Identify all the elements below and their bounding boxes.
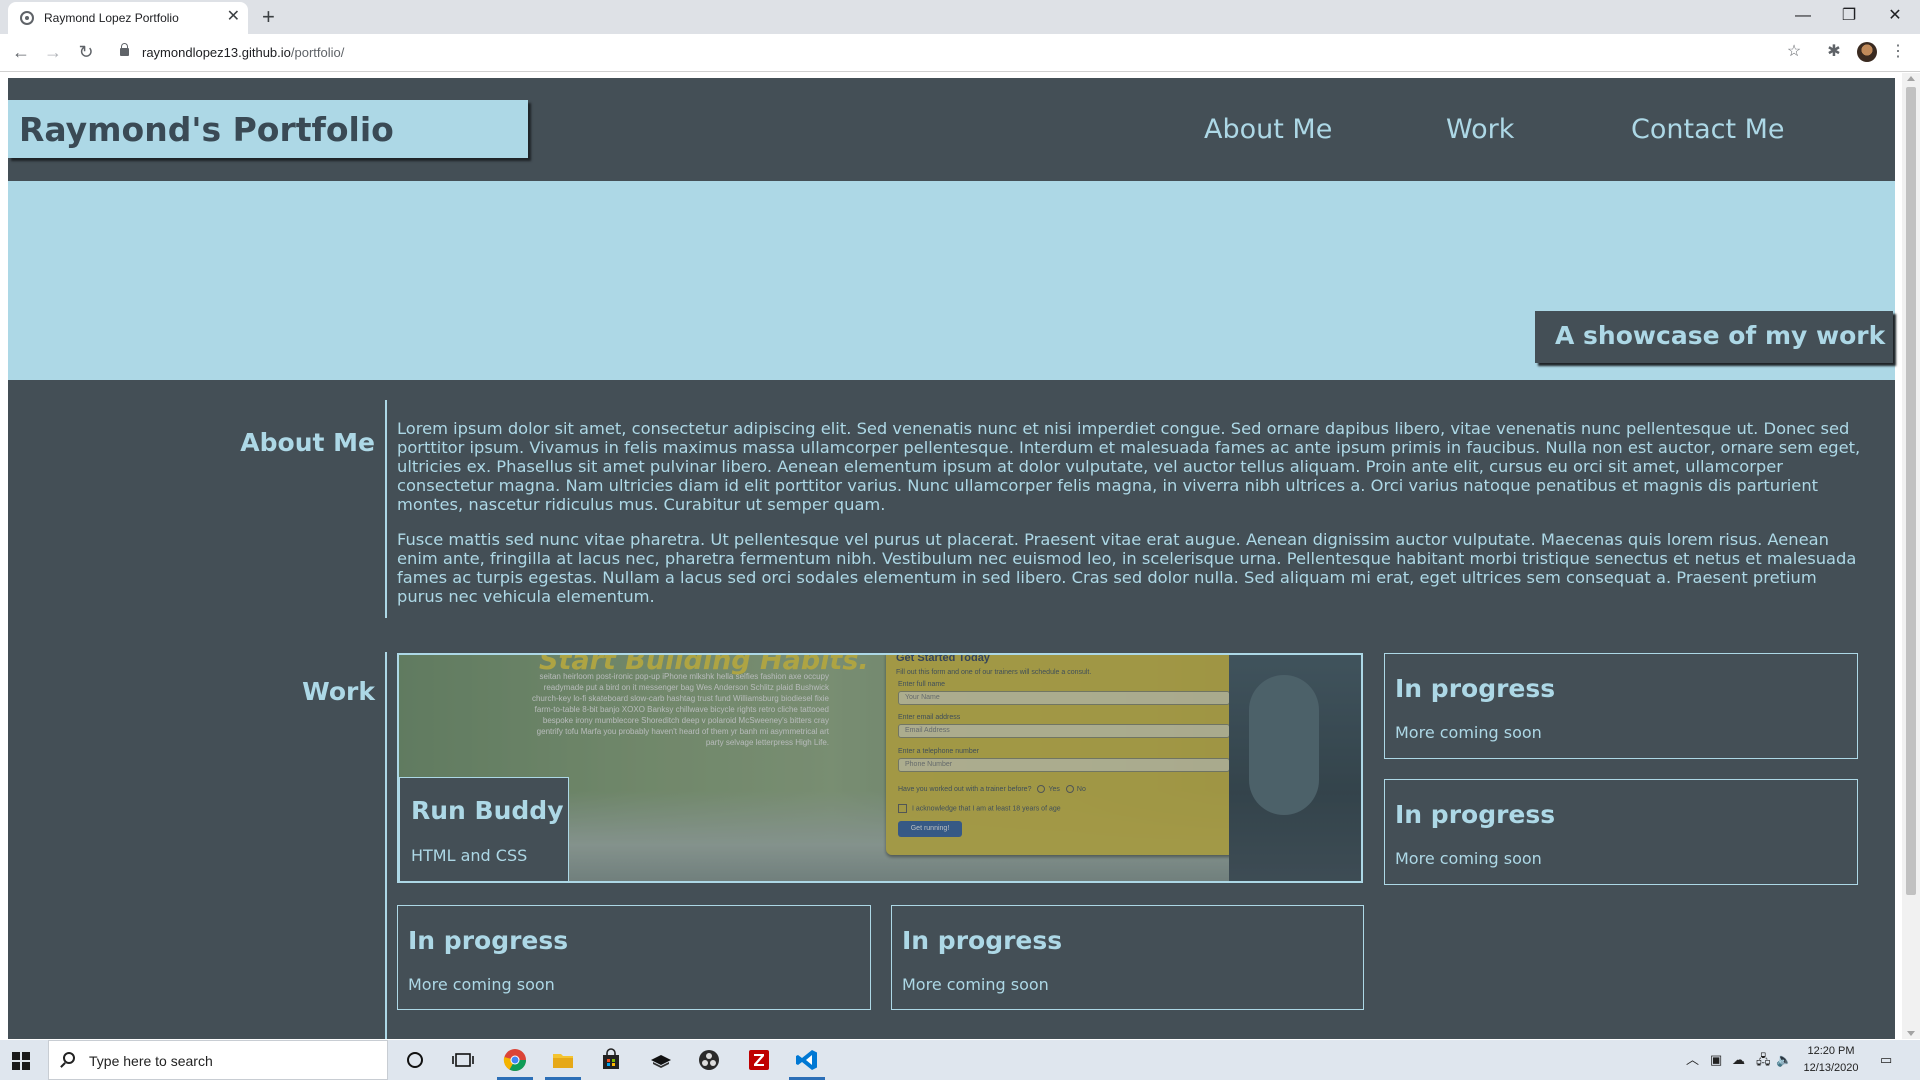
- forward-button[interactable]: →: [41, 42, 65, 62]
- scroll-up-arrow-icon[interactable]: [1907, 76, 1915, 81]
- nav-link-about-me[interactable]: About Me: [1204, 114, 1332, 145]
- taskbar-vscode[interactable]: [783, 1040, 831, 1080]
- project-card-in-progress[interactable]: In progress More coming soon: [397, 905, 871, 1010]
- tray-device-icon[interactable]: ▣: [1710, 1050, 1722, 1070]
- taskbar-filezilla[interactable]: [735, 1040, 783, 1080]
- page-scrollbar[interactable]: [1902, 73, 1920, 1039]
- filezilla-icon: [749, 1050, 769, 1070]
- tray-overflow-chevron-icon[interactable]: ︿: [1686, 1050, 1699, 1070]
- taskbar-file-explorer[interactable]: [539, 1040, 587, 1080]
- window-close-button[interactable]: ✕: [1872, 4, 1918, 28]
- vscode-icon: [796, 1050, 817, 1070]
- hero-banner: A showcase of my work: [8, 181, 1895, 380]
- project-card-in-progress[interactable]: In progress More coming soon: [1384, 653, 1858, 759]
- nav-link-contact-me[interactable]: Contact Me: [1631, 114, 1785, 145]
- hero-tagline-box: A showcase of my work: [1535, 311, 1893, 363]
- profile-avatar[interactable]: [1857, 42, 1877, 62]
- about-text: Lorem ipsum dolor sit amet, consectetur …: [397, 419, 1867, 606]
- card-title: In progress: [902, 926, 1063, 955]
- store-icon: [603, 1048, 619, 1069]
- about-paragraph: Lorem ipsum dolor sit amet, consectetur …: [397, 419, 1861, 514]
- portfolio-site: Raymond's Portfolio About Me Work Contac…: [8, 78, 1895, 1039]
- card-title: In progress: [1395, 674, 1556, 703]
- work-heading: Work: [302, 677, 375, 706]
- card-subtitle: More coming soon: [1395, 723, 1542, 742]
- taskbar-app-black[interactable]: [637, 1040, 685, 1080]
- onedrive-icon[interactable]: ☁: [1732, 1050, 1745, 1070]
- site-logo-title: Raymond's Portfolio: [19, 110, 394, 149]
- featured-project-run-buddy[interactable]: Start Building Habits. seitan heirloom p…: [397, 653, 1363, 883]
- hero-tagline: A showcase of my work: [1555, 321, 1886, 350]
- card-subtitle: More coming soon: [1395, 849, 1542, 868]
- nav-link-work[interactable]: Work: [1446, 114, 1514, 145]
- taskbar-search-box[interactable]: Type here to search: [48, 1040, 388, 1080]
- card-title: In progress: [408, 926, 569, 955]
- browser-toolbar: ← → ↻ raymondlopez13.github.io/portfolio…: [0, 34, 1920, 72]
- extensions-icon[interactable]: ✱: [1823, 42, 1845, 62]
- work-divider: [385, 652, 387, 1039]
- taskbar-search-placeholder: Type here to search: [89, 1053, 213, 1069]
- cortana-icon: [407, 1052, 423, 1068]
- volume-icon[interactable]: 🔈: [1776, 1050, 1792, 1070]
- about-divider: [385, 400, 387, 618]
- project-title: Run Buddy: [411, 796, 564, 825]
- reload-button[interactable]: ↻: [74, 42, 98, 62]
- project-subtitle: HTML and CSS: [411, 846, 528, 865]
- card-subtitle: More coming soon: [408, 975, 555, 994]
- main-content: About Me Lorem ipsum dolor sit amet, con…: [8, 380, 1895, 1039]
- minimize-button[interactable]: —: [1780, 4, 1826, 28]
- chrome-icon: [503, 1049, 526, 1071]
- scrollbar-thumb[interactable]: [1906, 87, 1916, 895]
- project-card-in-progress[interactable]: In progress More coming soon: [1384, 779, 1858, 885]
- windows-start-icon[interactable]: [12, 1052, 30, 1070]
- globe-icon: [20, 11, 34, 25]
- restore-button[interactable]: ❐: [1826, 4, 1872, 28]
- app-icon: [651, 1055, 671, 1068]
- taskbar-clock[interactable]: 12:20 PM 12/13/2020: [1791, 1043, 1871, 1077]
- taskbar-store[interactable]: [587, 1040, 635, 1080]
- search-icon: [63, 1052, 75, 1064]
- about-heading: About Me: [240, 428, 375, 457]
- clock-time: 12:20 PM: [1807, 1045, 1855, 1057]
- task-view-button[interactable]: [439, 1040, 487, 1080]
- address-bar[interactable]: raymondlopez13.github.io/portfolio/: [108, 39, 1788, 67]
- lock-icon[interactable]: [120, 43, 129, 56]
- project-card-in-progress[interactable]: In progress More coming soon: [891, 905, 1364, 1010]
- obs-icon: [699, 1050, 719, 1070]
- about-paragraph: Fusce mattis sed nunc vitae pharetra. Ut…: [397, 530, 1857, 606]
- browser-tabstrip: Raymond Lopez Portfolio ✕ + — ❐ ✕: [0, 0, 1920, 34]
- notifications-icon[interactable]: ▭: [1880, 1050, 1892, 1070]
- tab-close-icon[interactable]: ✕: [227, 8, 240, 26]
- browser-menu-icon[interactable]: ⋮: [1887, 42, 1909, 62]
- card-subtitle: More coming soon: [902, 975, 1049, 994]
- cortana-button[interactable]: [391, 1040, 439, 1080]
- clock-date: 12/13/2020: [1803, 1062, 1859, 1074]
- tab-title: Raymond Lopez Portfolio: [44, 11, 179, 25]
- bookmark-star-icon[interactable]: ☆: [1783, 42, 1805, 62]
- taskbar-obs[interactable]: [685, 1040, 733, 1080]
- back-button[interactable]: ←: [9, 42, 33, 62]
- card-title: In progress: [1395, 800, 1556, 829]
- browser-tab[interactable]: Raymond Lopez Portfolio ✕: [8, 2, 248, 34]
- network-icon[interactable]: 🖧: [1756, 1050, 1771, 1070]
- logo-box: Raymond's Portfolio: [8, 100, 528, 158]
- folder-icon: [553, 1054, 573, 1068]
- taskbar-chrome[interactable]: [491, 1040, 539, 1080]
- task-view-icon: [452, 1053, 474, 1067]
- new-tab-button[interactable]: +: [262, 4, 275, 30]
- site-header: Raymond's Portfolio About Me Work Contac…: [8, 78, 1895, 181]
- featured-project-caption[interactable]: Run Buddy HTML and CSS: [399, 777, 569, 881]
- windows-taskbar: Type here to search ︿ ▣ ☁ 🖧 🔈 12:20 PM 1…: [0, 1040, 1920, 1080]
- url-text[interactable]: raymondlopez13.github.io/portfolio/: [142, 45, 344, 60]
- page-viewport: Raymond's Portfolio About Me Work Contac…: [0, 73, 1920, 1039]
- scroll-down-arrow-icon[interactable]: [1907, 1031, 1915, 1036]
